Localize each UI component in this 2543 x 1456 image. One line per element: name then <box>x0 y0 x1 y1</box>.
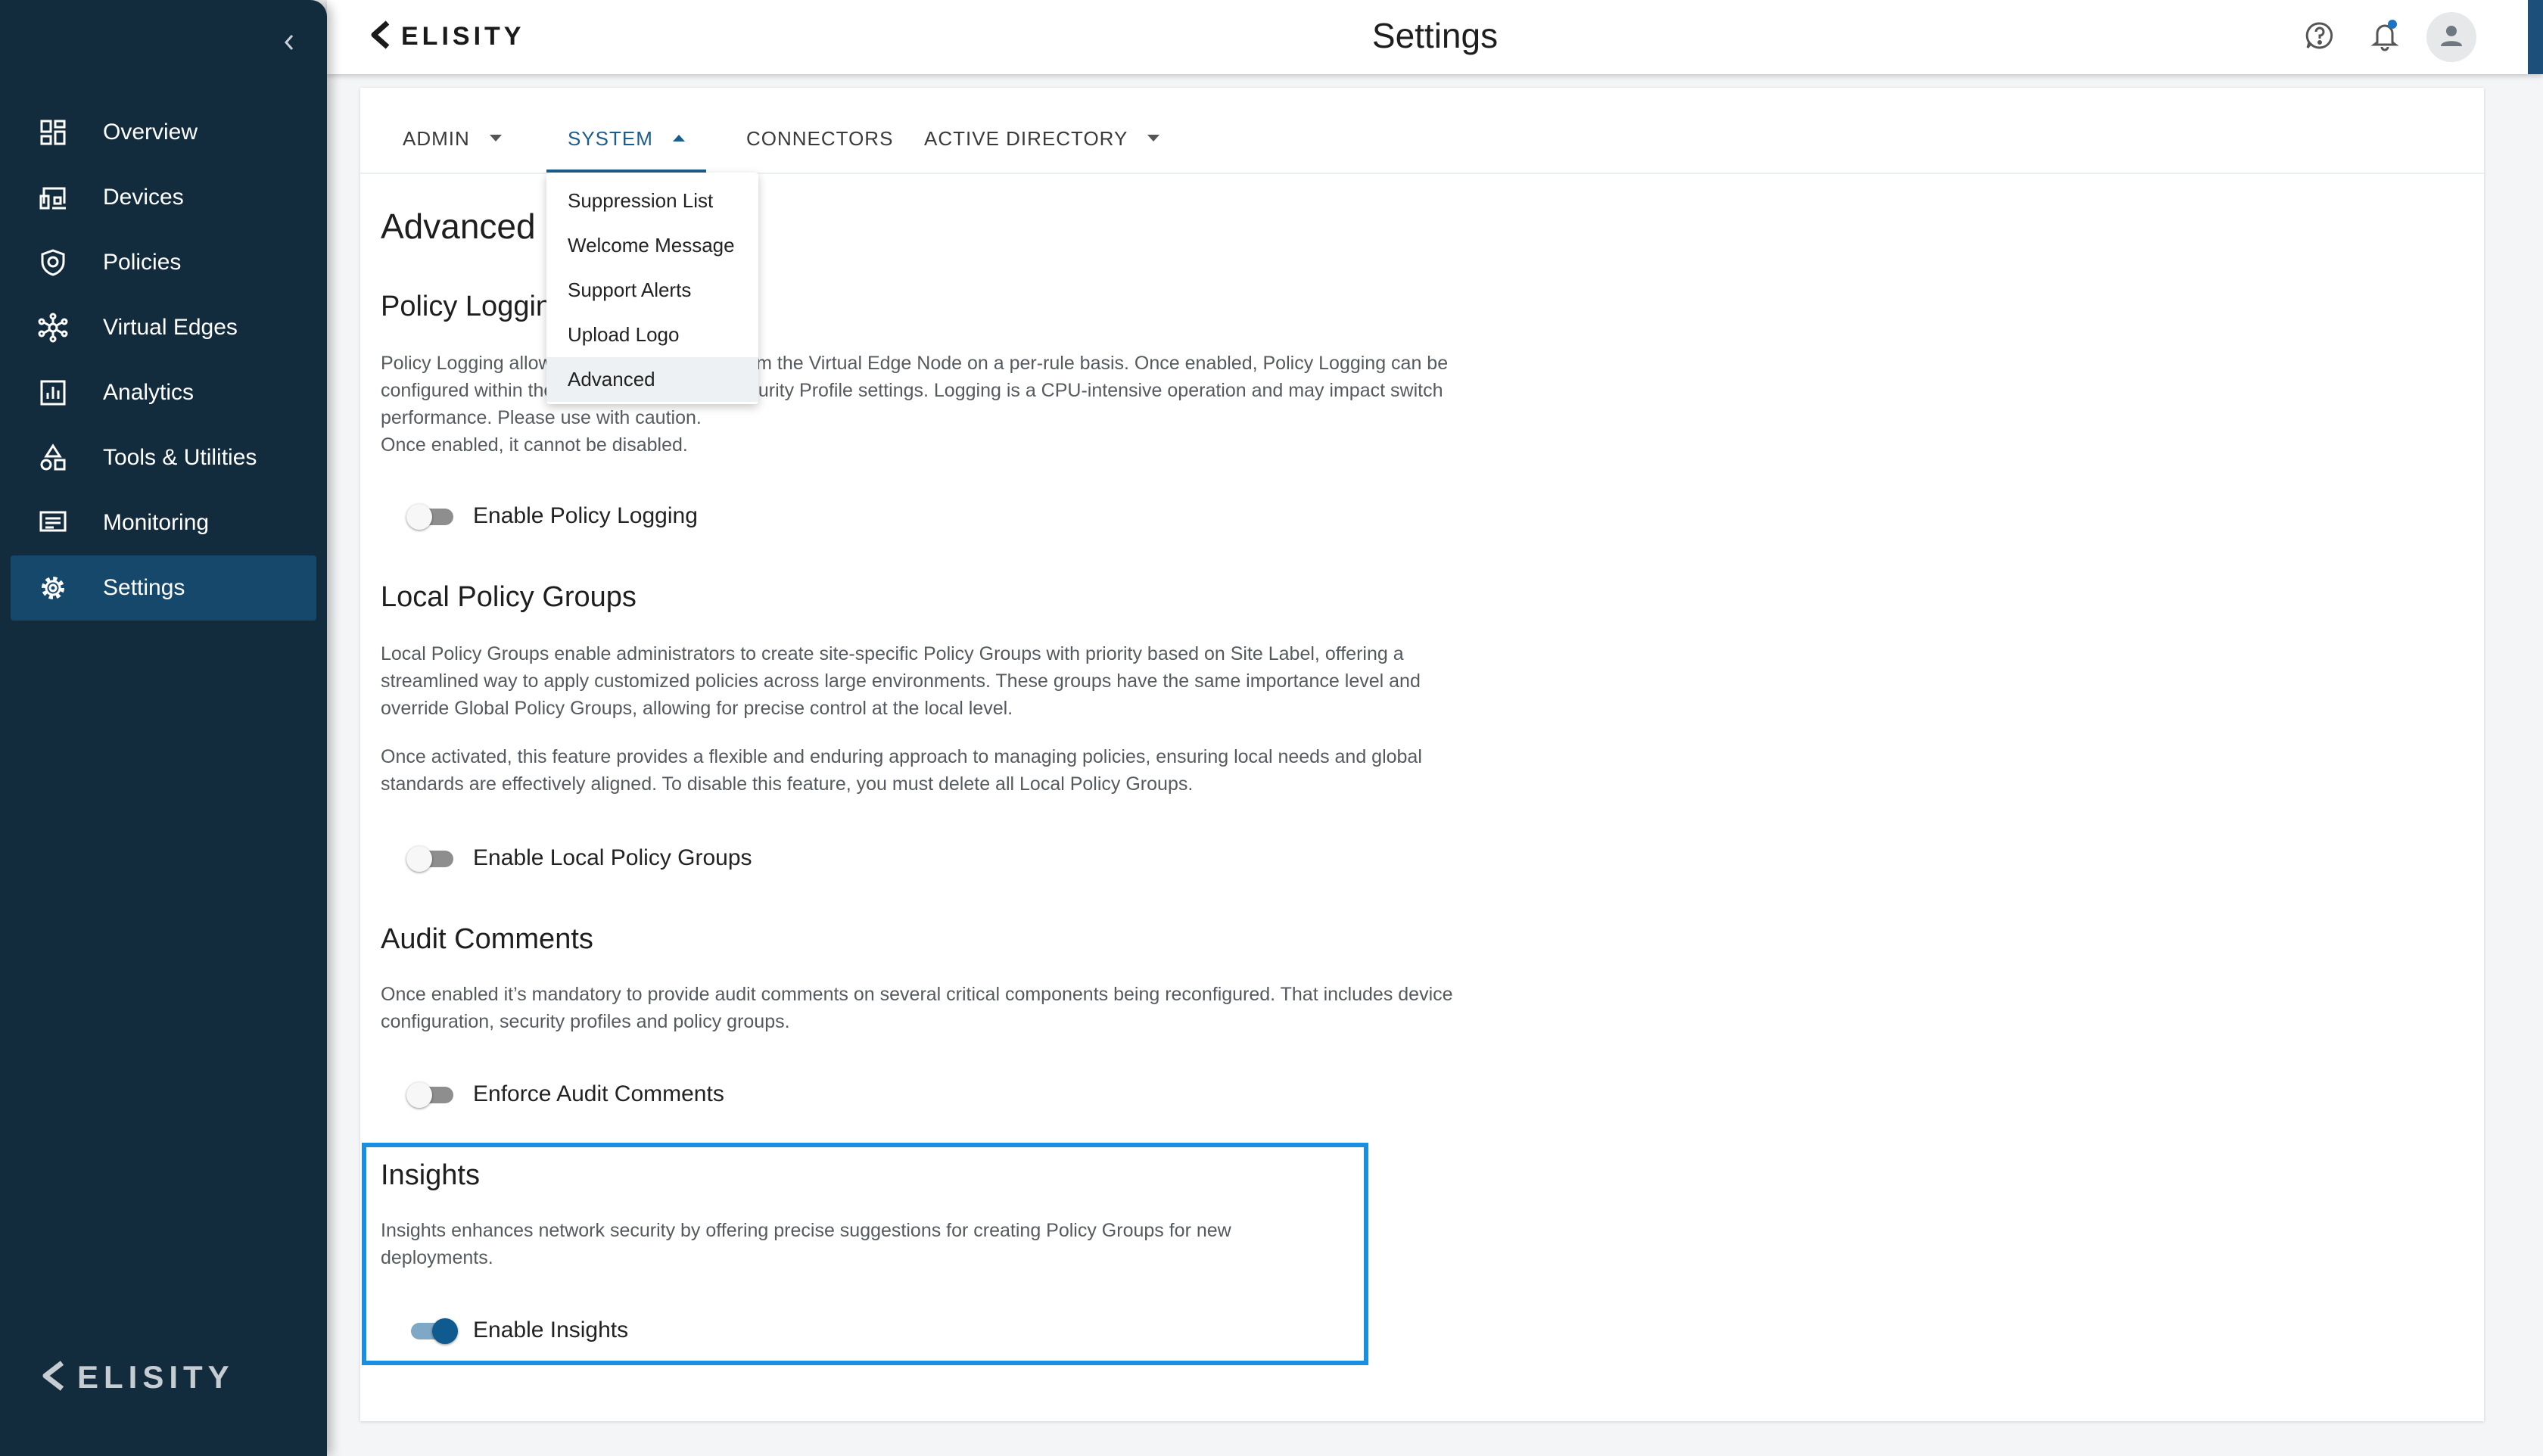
sidebar-item-label: Settings <box>103 575 185 600</box>
network-icon <box>36 311 70 344</box>
sidebar-item-label: Analytics <box>103 380 195 405</box>
sidebar-item-devices[interactable]: Devices <box>11 165 316 230</box>
tab-label: ACTIVE DIRECTORY <box>924 127 1128 150</box>
dashboard-icon <box>36 116 70 149</box>
sidebar-brand-name: ELISITY <box>77 1359 235 1395</box>
toggle-label: Enable Policy Logging <box>473 503 698 528</box>
sidebar-item-analytics[interactable]: Analytics <box>11 360 316 425</box>
avatar[interactable] <box>2426 12 2476 62</box>
gear-icon <box>36 571 70 605</box>
menu-item-suppression-list[interactable]: Suppression List <box>546 179 758 223</box>
policy-logging-note: Once enabled, it cannot be disabled. <box>381 434 688 456</box>
caret-down-icon <box>489 135 502 142</box>
toggle-label: Enable Local Policy Groups <box>473 845 752 870</box>
monitor-icon <box>36 506 70 540</box>
tab-bar: ADMIN SYSTEM CONNECTORS ACTIVE DIRECTORY <box>360 88 2484 174</box>
page-title: Settings <box>1371 16 1499 55</box>
bell-icon <box>2370 19 2400 55</box>
toggle-switch[interactable] <box>406 502 458 530</box>
policy-logging-title: Policy Logging <box>381 291 568 322</box>
analytics-icon <box>36 376 70 409</box>
sidebar-logo: ELISITY <box>41 1359 235 1395</box>
menu-item-upload-logo[interactable]: Upload Logo <box>546 313 758 357</box>
sidebar-item-label: Policies <box>103 250 182 275</box>
tab-label: ADMIN <box>403 127 470 150</box>
caret-down-icon <box>1147 135 1160 142</box>
local-policy-groups-note: Once activated, this feature provides a … <box>381 746 1422 795</box>
chevron-left-icon <box>282 33 296 55</box>
sidebar-item-policies[interactable]: Policies <box>11 230 316 295</box>
collapse-sidebar-button[interactable] <box>274 29 304 59</box>
menu-item-support-alerts[interactable]: Support Alerts <box>546 268 758 313</box>
sidebar-item-virtual-edges[interactable]: Virtual Edges <box>11 295 316 360</box>
insights-highlight-frame <box>362 1143 1368 1365</box>
sidebar-item-tools-utilities[interactable]: Tools & Utilities <box>11 425 316 490</box>
local-policy-groups-description: Local Policy Groups enable administrator… <box>381 643 1421 719</box>
tab-admin[interactable]: ADMIN <box>403 127 502 173</box>
menu-item-advanced[interactable]: Advanced <box>546 357 758 402</box>
tab-label: SYSTEM <box>568 127 653 150</box>
sidebar: Overview Devices Policies Virtual Edges … <box>0 0 327 1456</box>
devices-icon <box>36 181 70 214</box>
elisity-logo-icon <box>41 1360 67 1395</box>
window-edge-accent <box>2528 0 2543 74</box>
tab-connectors[interactable]: CONNECTORS <box>746 127 893 173</box>
top-header: ELISITY Settings <box>327 0 2543 74</box>
sidebar-item-label: Devices <box>103 185 184 210</box>
sidebar-item-overview[interactable]: Overview <box>11 100 316 165</box>
toggle-switch[interactable] <box>406 845 458 872</box>
sidebar-item-label: Tools & Utilities <box>103 445 257 470</box>
tools-icon <box>36 441 70 474</box>
section-heading: Advanced <box>381 207 536 246</box>
caret-up-icon <box>672 135 685 142</box>
sidebar-item-monitoring[interactable]: Monitoring <box>11 490 316 555</box>
enforce-audit-comments-toggle[interactable]: Enforce Audit Comments <box>406 1081 724 1108</box>
sidebar-item-label: Overview <box>103 120 198 145</box>
help-icon <box>2305 20 2335 54</box>
menu-item-welcome-message[interactable]: Welcome Message <box>546 223 758 268</box>
toggle-label: Enforce Audit Comments <box>473 1081 724 1106</box>
toggle-switch[interactable] <box>406 1081 458 1108</box>
sidebar-nav: Overview Devices Policies Virtual Edges … <box>11 100 316 621</box>
system-dropdown-menu: Suppression List Welcome Message Support… <box>546 173 758 404</box>
policy-logging-description: Policy Logging allows logs to be collect… <box>381 353 1449 428</box>
audit-comments-description: Once enabled it’s mandatory to provide a… <box>381 984 1453 1032</box>
tab-active-directory[interactable]: ACTIVE DIRECTORY <box>924 127 1160 173</box>
audit-comments-title: Audit Comments <box>381 923 593 955</box>
local-policy-groups-title: Local Policy Groups <box>381 581 637 613</box>
sidebar-item-settings[interactable]: Settings <box>11 555 316 621</box>
sidebar-item-label: Monitoring <box>103 510 210 535</box>
tab-system[interactable]: SYSTEM <box>546 127 706 173</box>
user-icon <box>2439 23 2464 51</box>
notifications-button[interactable] <box>2364 17 2405 58</box>
sidebar-item-label: Virtual Edges <box>103 315 238 340</box>
shield-icon <box>36 246 70 279</box>
tab-label: CONNECTORS <box>746 127 894 150</box>
help-button[interactable] <box>2299 17 2340 58</box>
enable-local-policy-groups-toggle[interactable]: Enable Local Policy Groups <box>406 845 752 872</box>
enable-policy-logging-toggle[interactable]: Enable Policy Logging <box>406 502 698 530</box>
